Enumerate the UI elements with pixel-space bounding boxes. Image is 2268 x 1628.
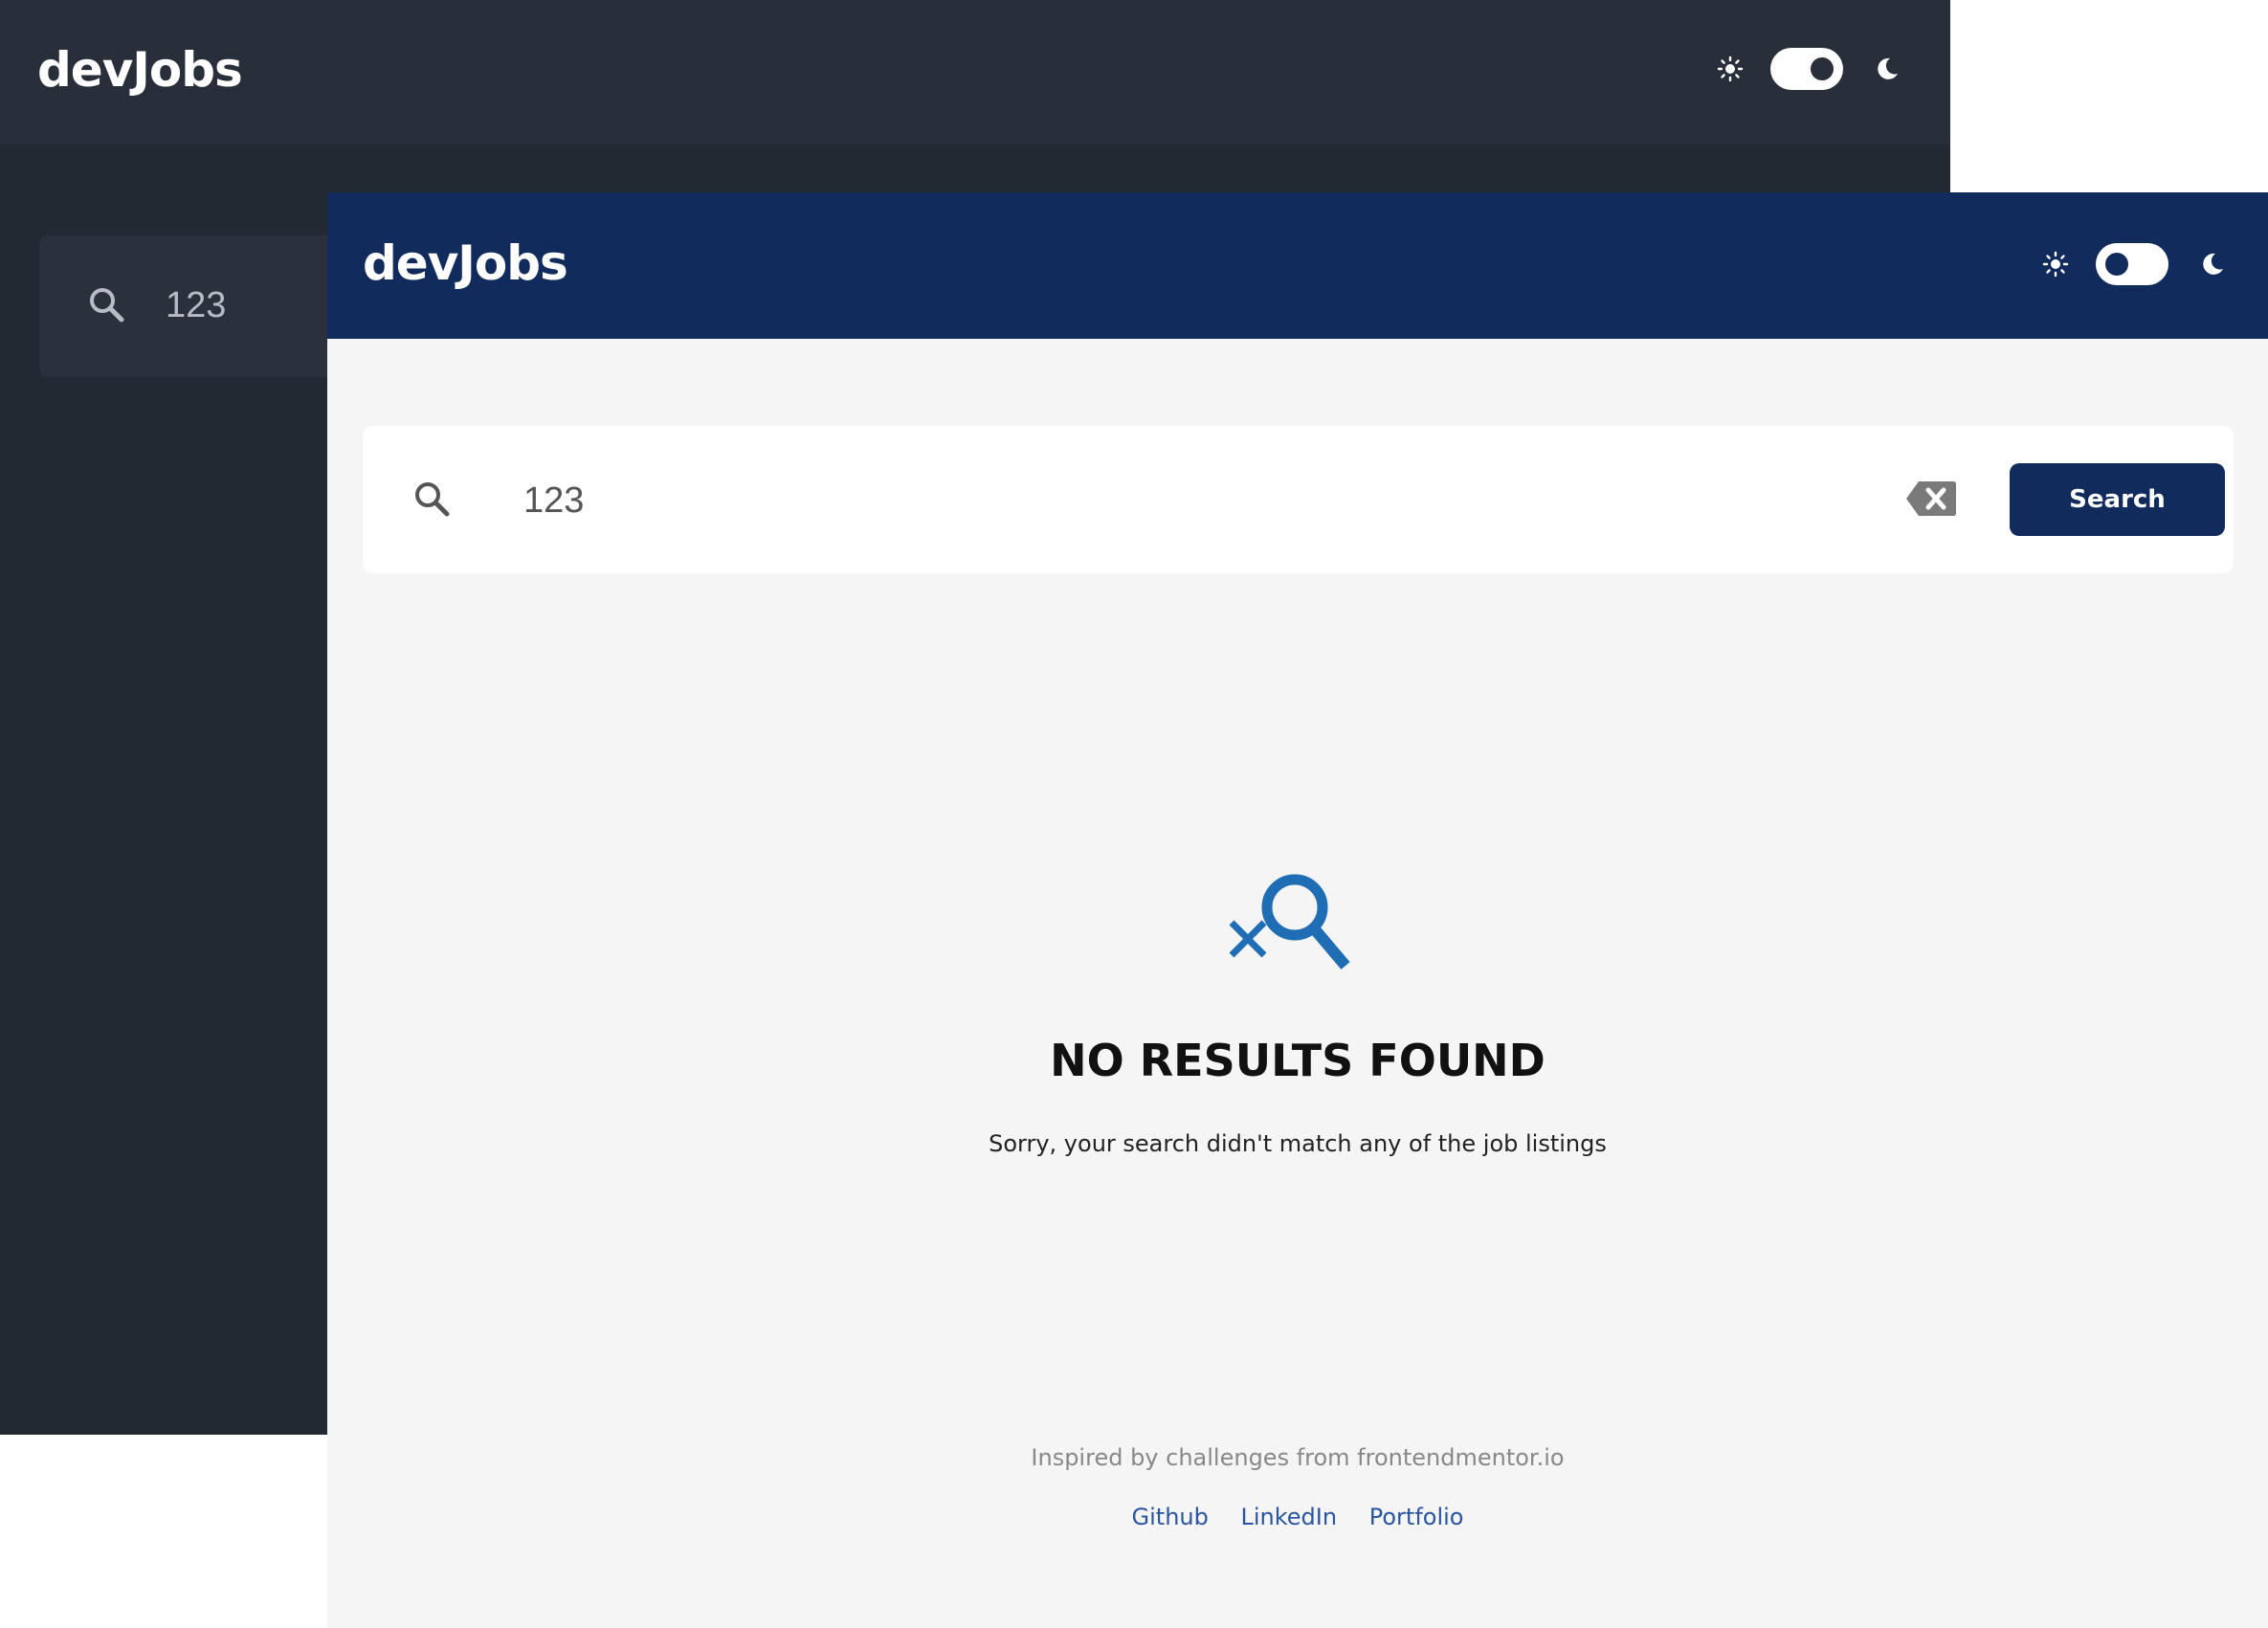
linkedin-link[interactable]: LinkedIn: [1241, 1504, 1338, 1530]
footer-credit: Inspired by challenges from frontendment…: [1031, 1444, 1565, 1471]
search-icon: [90, 288, 124, 323]
empty-state-title: NO RESULTS FOUND: [1050, 1035, 1545, 1086]
header: devJobs: [0, 0, 1950, 145]
search-input[interactable]: 123: [166, 285, 226, 326]
theme-toggle[interactable]: [1717, 48, 1901, 90]
github-link[interactable]: Github: [1132, 1504, 1209, 1530]
search-bar: Search: [363, 426, 2234, 573]
clear-search-icon[interactable]: [1905, 479, 1957, 518]
sun-icon: [2042, 251, 2069, 278]
empty-state-message: Sorry, your search didn't match any of t…: [989, 1130, 1607, 1157]
light-theme-window: devJobs 123 Search NO RESULTS FOUND Sorr…: [327, 192, 2268, 1628]
search-button[interactable]: Search: [2010, 463, 2225, 536]
switch-knob: [2105, 253, 2128, 276]
moon-icon: [2203, 253, 2223, 275]
theme-switch[interactable]: [2096, 243, 2168, 285]
sun-icon: [1717, 56, 1744, 82]
theme-switch[interactable]: [1770, 48, 1843, 90]
search-input[interactable]: [523, 474, 1480, 527]
search-not-found-icon: [1229, 874, 1350, 970]
portfolio-link[interactable]: Portfolio: [1369, 1504, 1464, 1530]
logo[interactable]: devJobs: [37, 42, 243, 98]
logo[interactable]: devJobs: [363, 235, 568, 291]
header: devJobs: [327, 192, 2268, 339]
footer-links: Github LinkedIn Portfolio: [327, 1504, 2268, 1530]
theme-toggle[interactable]: [2042, 243, 2226, 285]
moon-icon: [1878, 57, 1898, 79]
search-icon: [415, 482, 450, 517]
switch-knob: [1811, 57, 1834, 80]
